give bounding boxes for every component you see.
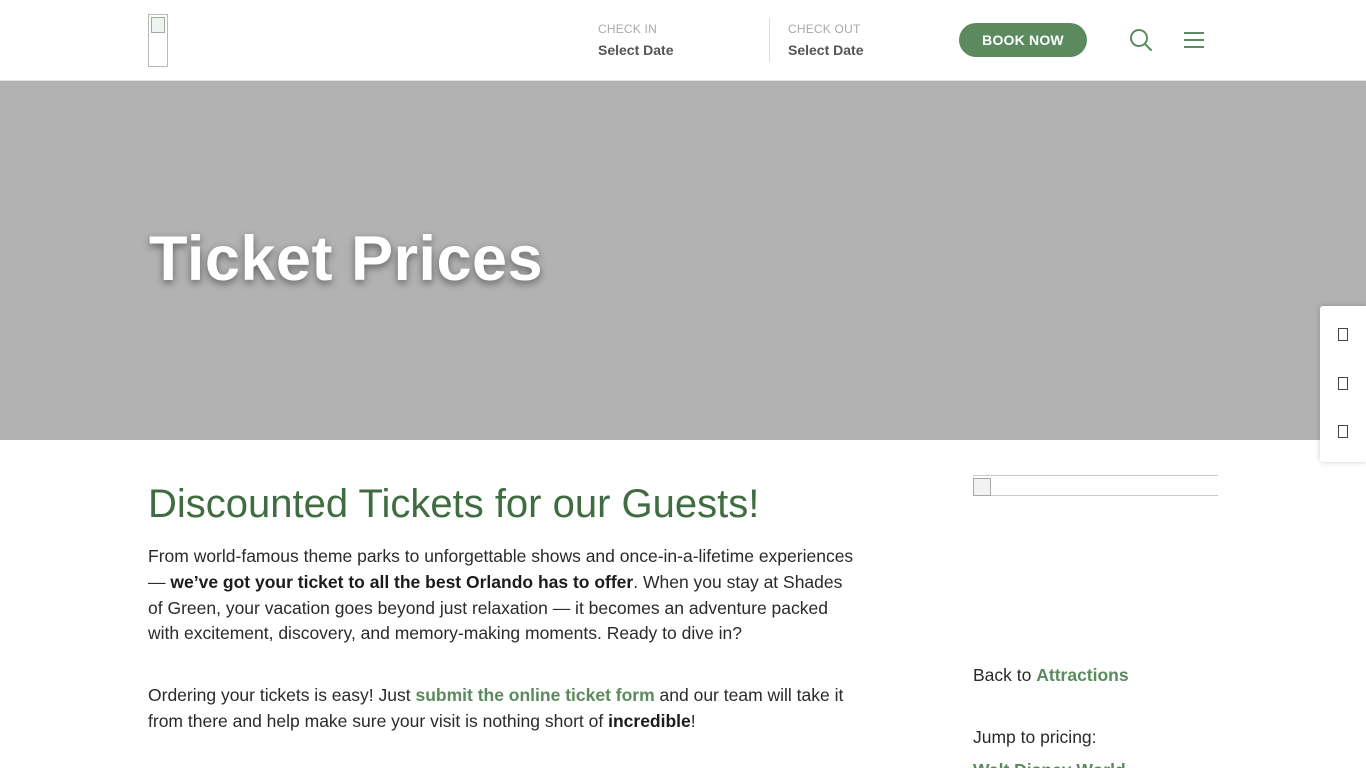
check-in-label: CHECK IN [598, 22, 657, 36]
intro-bold: we’ve got your ticket to all the best Or… [170, 571, 634, 592]
book-now-button[interactable]: BOOK NOW [959, 23, 1087, 57]
order-paragraph: Ordering your tickets is easy! Just subm… [148, 683, 860, 735]
ticket-form-link[interactable]: submit the online ticket form [415, 685, 654, 705]
back-prefix: Back to [973, 665, 1037, 685]
order-bold: incredible [608, 710, 691, 731]
menu-icon[interactable] [1183, 31, 1205, 49]
intro-paragraph: From world-famous theme parks to unforge… [148, 544, 860, 647]
date-divider [769, 18, 770, 62]
check-in-picker[interactable]: CHECK IN Select Date [598, 22, 673, 58]
share-icon-2[interactable] [1338, 377, 1348, 390]
sidebar-image [973, 475, 1218, 496]
search-icon[interactable] [1129, 28, 1153, 52]
attractions-link[interactable]: Attractions [1036, 665, 1128, 685]
jump-label: Jump to pricing: [973, 727, 1097, 747]
side-share-bar [1320, 306, 1366, 462]
share-icon-3[interactable] [1338, 425, 1348, 438]
check-out-picker[interactable]: CHECK OUT Select Date [788, 22, 863, 58]
site-header: CHECK IN Select Date CHECK OUT Select Da… [0, 0, 1366, 81]
hero-title: Ticket Prices [149, 224, 544, 294]
check-out-value[interactable]: Select Date [788, 42, 863, 58]
site-logo[interactable] [148, 14, 168, 67]
check-out-label: CHECK OUT [788, 22, 861, 36]
section-title: Discounted Tickets for our Guests! [148, 482, 760, 526]
share-icon-1[interactable] [1338, 328, 1348, 341]
jump-link-walt-disney-world[interactable]: Walt Disney World [973, 760, 1126, 768]
back-link-row: Back to Attractions [973, 665, 1129, 686]
order-text-1: Ordering your tickets is easy! Just [148, 685, 416, 705]
order-text-3: ! [690, 710, 696, 731]
hero-banner: Ticket Prices [0, 81, 1366, 440]
check-in-value[interactable]: Select Date [598, 42, 673, 58]
